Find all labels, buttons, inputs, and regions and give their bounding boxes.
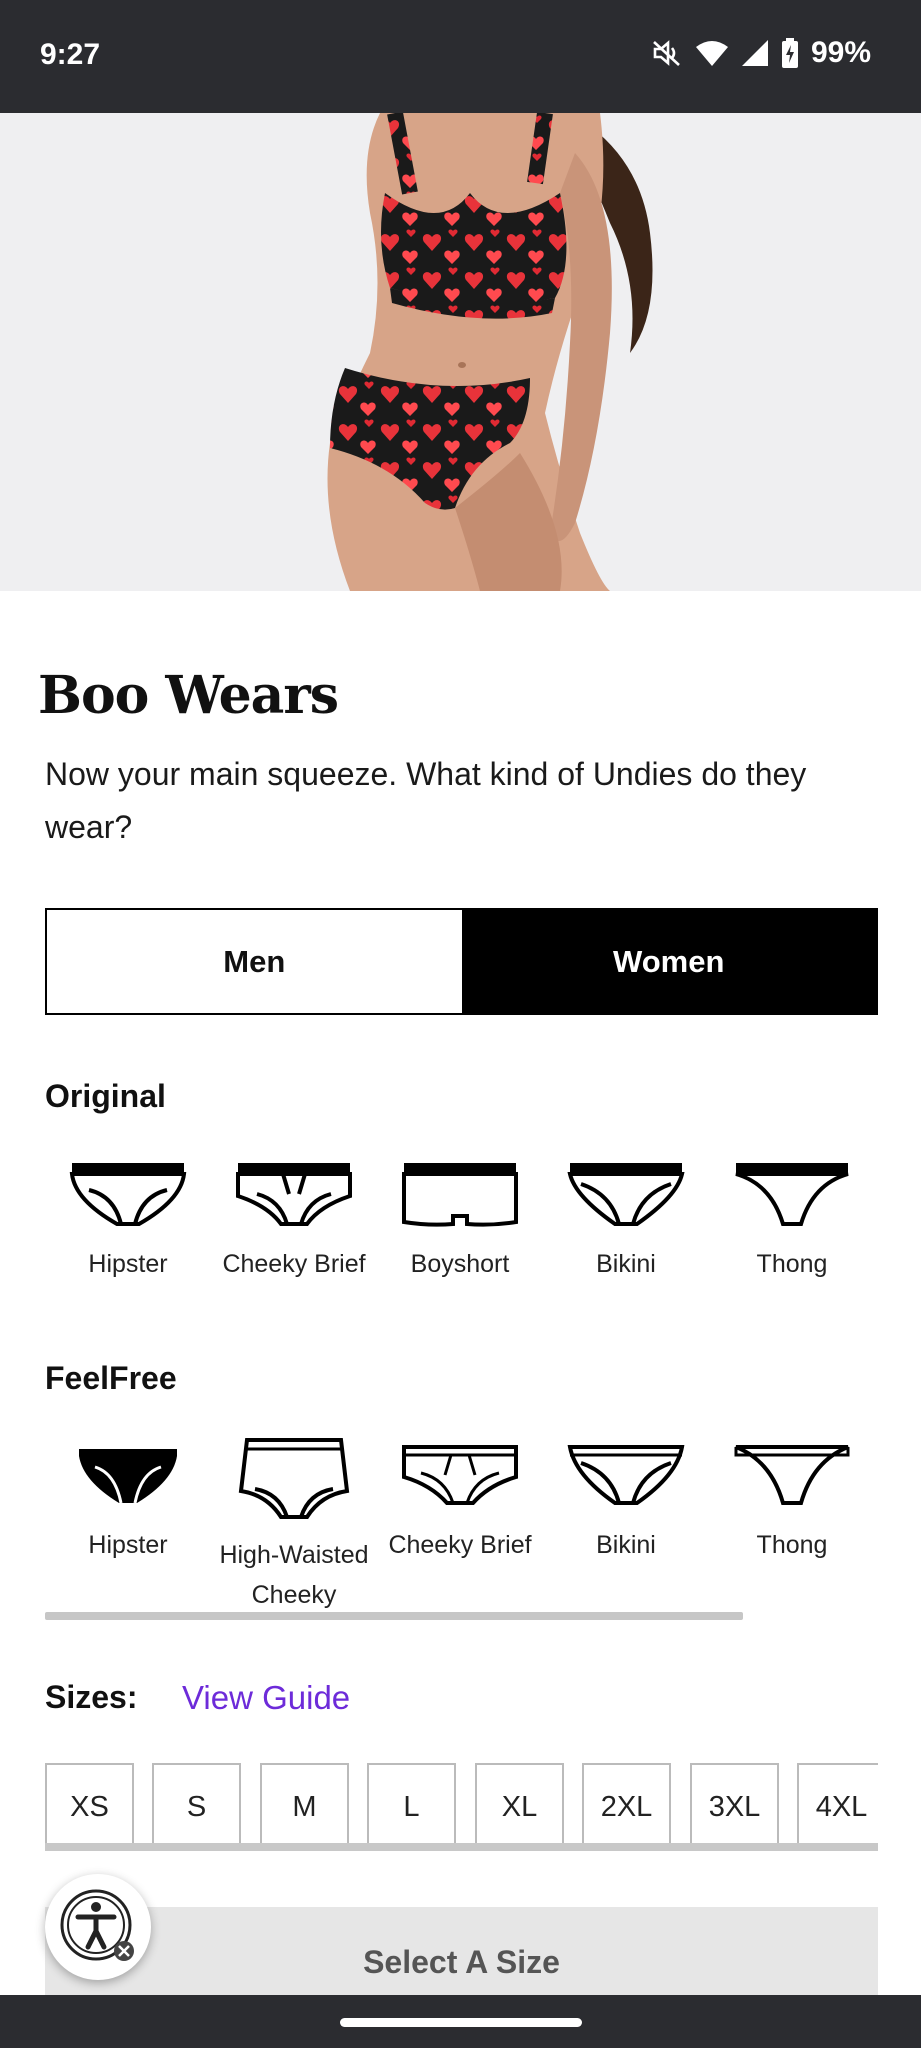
feelfree-style-hipster[interactable]: Hipster xyxy=(45,1437,211,1565)
accessibility-icon xyxy=(60,1889,134,1961)
size-option-l[interactable]: L xyxy=(367,1763,456,1851)
bikini-icon xyxy=(567,1445,685,1505)
size-option-3xl[interactable]: 3XL xyxy=(690,1763,779,1851)
feelfree-style-row: Hipster High-Waisted Cheeky Cheeky Brief… xyxy=(45,1437,878,1617)
wifi-icon xyxy=(695,39,729,67)
size-option-m[interactable]: M xyxy=(260,1763,349,1851)
women-toggle-button[interactable]: Women xyxy=(461,910,876,1013)
cheeky-brief-icon xyxy=(236,1163,352,1226)
boyshort-icon xyxy=(402,1163,518,1227)
mute-icon xyxy=(651,39,683,67)
original-style-boyshort[interactable]: Boyshort xyxy=(377,1160,543,1284)
hero-image xyxy=(0,113,921,591)
men-toggle-button[interactable]: Men xyxy=(47,910,462,1013)
status-time: 9:27 xyxy=(40,38,101,71)
page-subtitle: Now your main squeeze. What kind of Undi… xyxy=(45,756,807,845)
high-waisted-cheeky-icon xyxy=(238,1438,350,1519)
page-title: Boo Wears xyxy=(38,665,339,726)
size-option-4xl[interactable]: 4XL xyxy=(797,1763,878,1851)
accessibility-button[interactable] xyxy=(45,1874,151,1980)
size-option-xl[interactable]: XL xyxy=(475,1763,564,1851)
style-label: Thong xyxy=(756,1250,828,1278)
feelfree-style-high-waisted-cheeky[interactable]: High-Waisted Cheeky xyxy=(211,1437,377,1615)
size-options: XS S M L XL 2XL 3XL 4XL xyxy=(45,1763,878,1851)
size-option-s[interactable]: S xyxy=(152,1763,241,1851)
status-bar: 9:27 99% xyxy=(0,0,921,113)
style-label: Cheeky Brief xyxy=(222,1250,366,1278)
original-style-bikini[interactable]: Bikini xyxy=(543,1160,709,1284)
hipster-icon xyxy=(69,1163,187,1226)
battery-percent: 99% xyxy=(810,36,871,69)
feelfree-style-bikini[interactable]: Bikini xyxy=(543,1437,709,1565)
style-label: Bikini xyxy=(596,1250,656,1278)
home-gesture-bar[interactable] xyxy=(340,2018,582,2027)
battery-charging-icon xyxy=(781,38,799,68)
size-scrollbar[interactable] xyxy=(45,1843,878,1851)
style-label: Thong xyxy=(756,1531,828,1559)
original-style-thong[interactable]: Thong xyxy=(709,1160,875,1284)
original-section-label: Original xyxy=(45,1078,166,1114)
hipster-icon xyxy=(79,1449,177,1504)
thong-icon xyxy=(734,1445,850,1505)
thong-icon xyxy=(735,1163,849,1226)
original-style-row: Hipster Cheeky Brief Boyshort Bikini Tho… xyxy=(45,1160,878,1310)
signal-icon xyxy=(741,39,769,67)
style-label: High-Waisted Cheeky xyxy=(219,1541,369,1609)
view-guide-link[interactable]: View Guide xyxy=(182,1679,350,1717)
feelfree-style-thong[interactable]: Thong xyxy=(709,1437,875,1565)
size-option-xs[interactable]: XS xyxy=(45,1763,134,1851)
sizes-label: Sizes: xyxy=(45,1679,138,1715)
bikini-icon xyxy=(567,1163,685,1226)
gender-toggle: Men Women xyxy=(45,908,878,1015)
style-label: Hipster xyxy=(88,1531,168,1559)
size-option-2xl[interactable]: 2XL xyxy=(582,1763,671,1851)
cheeky-brief-icon xyxy=(402,1445,518,1505)
original-style-hipster[interactable]: Hipster xyxy=(45,1160,211,1284)
status-icons: 99% xyxy=(651,36,871,70)
style-label: Boyshort xyxy=(410,1250,510,1278)
original-style-cheeky-brief[interactable]: Cheeky Brief xyxy=(211,1160,377,1284)
feelfree-section-label: FeelFree xyxy=(45,1360,177,1396)
style-label: Bikini xyxy=(596,1531,656,1559)
feelfree-style-cheeky-brief[interactable]: Cheeky Brief xyxy=(377,1437,543,1565)
style-label: Hipster xyxy=(88,1250,168,1278)
style-label: Cheeky Brief xyxy=(388,1531,532,1559)
style-scrollbar[interactable] xyxy=(45,1612,743,1620)
